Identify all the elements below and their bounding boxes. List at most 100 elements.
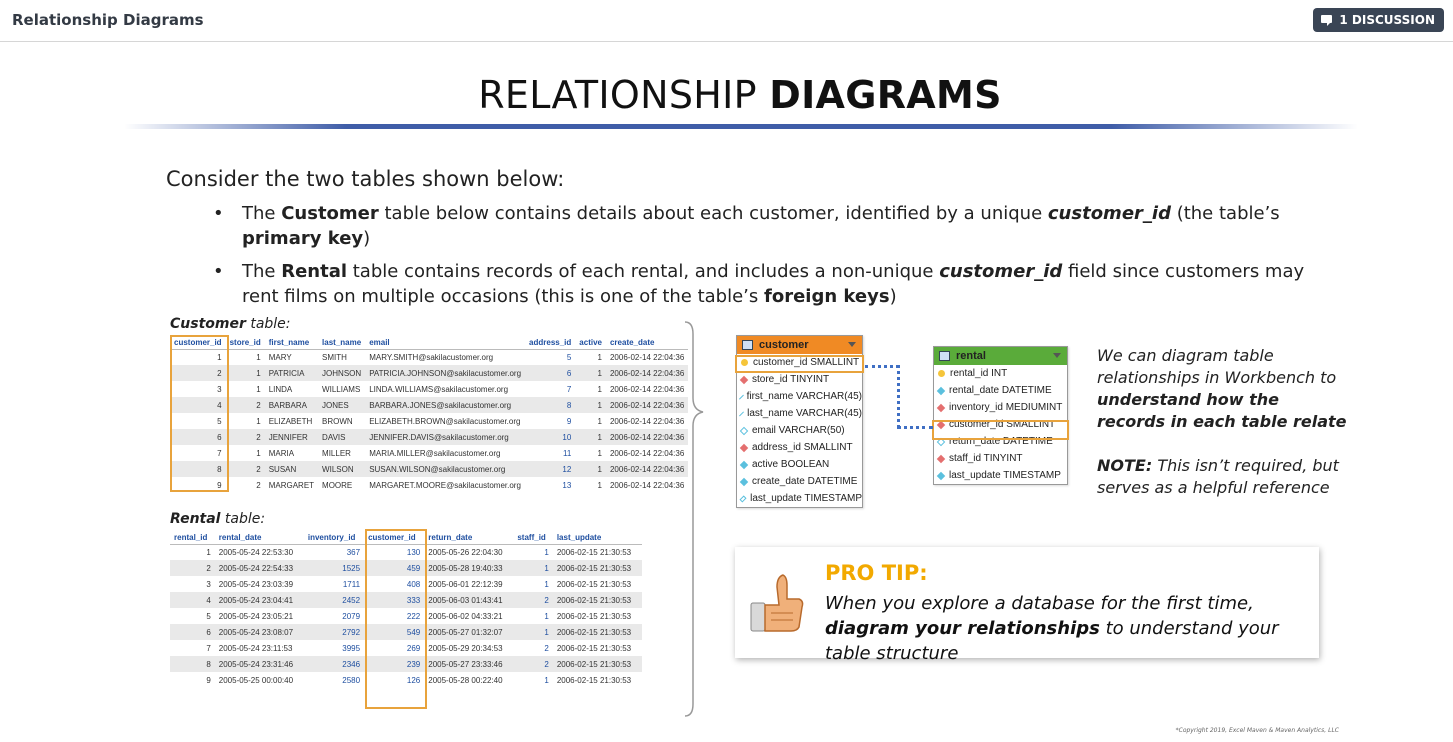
rental-entity-header[interactable]: rental <box>934 347 1067 365</box>
table-cell: 1 <box>597 448 602 458</box>
table-cell: PATRICIA.JOHNSON@sakilacustomer.org <box>365 365 526 381</box>
rental-entity-column[interactable]: rental_id INT <box>934 365 1067 382</box>
rental-entity[interactable]: rental rental_id INT rental_date DATETIME… <box>933 346 1068 485</box>
table-cell: 1 <box>256 416 261 426</box>
table-row[interactable]: 4 2 BARBARA JONES BARBARA.JONES@sakilacustom… <box>170 397 689 413</box>
table-cell: 2 <box>513 592 553 608</box>
rental-entity-column[interactable]: last_update TIMESTAMP <box>934 467 1067 484</box>
rental-entity-column-label: rental_id INT <box>950 368 1008 379</box>
rental-header-last-update[interactable]: last_update <box>552 531 642 545</box>
customer-entity-column-label: address_id SMALLINT <box>752 442 853 453</box>
table-row[interactable]: 5 1 ELIZABETH BROWN ELIZABETH.BROWN@sakilacu… <box>170 413 688 429</box>
table-cell: 2 <box>225 461 265 477</box>
table-cell: 2006-02-15 21:30:53 <box>552 592 642 608</box>
table-cell: 12 <box>525 461 576 477</box>
column-icon <box>739 460 749 469</box>
table-cell: 1 <box>575 461 606 477</box>
bullet-customer: The Customer table below contains detail… <box>213 201 1323 251</box>
table-cell: ELIZABETH.BROWN@sakilacustomer.org <box>369 416 521 426</box>
slide-title: RELATIONSHIP DIAGRAMS <box>0 73 1453 117</box>
table-cell: 2006-02-14 22:04:36 <box>609 448 685 458</box>
column-icon <box>936 471 946 480</box>
column-icon <box>739 494 747 503</box>
customer-entity-header[interactable]: customer <box>737 336 862 354</box>
rental-entity-column[interactable]: rental_date DATETIME <box>934 382 1067 399</box>
rental-entity-column[interactable]: staff_id TINYINT <box>934 450 1067 467</box>
rental-header-rental-date[interactable]: rental_date <box>214 531 304 545</box>
rental-entity-column[interactable]: inventory_id MEDIUMINT <box>934 399 1067 416</box>
customer-entity-column[interactable]: last_update TIMESTAMP <box>737 490 862 507</box>
table-cell: 9 <box>566 416 572 426</box>
customer-header-store-id[interactable]: store_id <box>225 336 265 350</box>
customer-entity-column[interactable]: address_id SMALLINT <box>737 439 862 456</box>
table-cell: 2006-02-14 22:04:36 <box>609 480 685 490</box>
table-cell: 2005-05-24 22:53:30 <box>218 547 294 557</box>
table-cell: BARBARA <box>264 397 319 413</box>
customer-header-active[interactable]: active <box>575 336 606 350</box>
customer-header-email[interactable]: email <box>365 336 526 350</box>
table-cell: 8 <box>170 656 215 672</box>
table-cell: MILLER <box>322 448 351 458</box>
customer-entity-column[interactable]: email VARCHAR(50) <box>737 422 862 439</box>
table-row[interactable]: 8 2 SUSAN WILSON SUSAN.WILSON@sakilacustomer… <box>170 461 689 477</box>
customer-entity-column[interactable]: create_date DATETIME <box>737 473 862 490</box>
customer-header-first-name[interactable]: first_name <box>264 336 319 350</box>
rental-header-staff-id[interactable]: staff_id <box>513 531 553 545</box>
table-cell: 2006-02-15 21:30:53 <box>556 643 632 653</box>
table-cell: 2079 <box>342 611 361 621</box>
rental-header-rental-id[interactable]: rental_id <box>170 531 215 545</box>
table-cell: 2006-02-15 21:30:53 <box>556 579 632 589</box>
rental-header-inventory-id[interactable]: inventory_id <box>303 531 365 545</box>
customer-entity-column-label: first_name VARCHAR(45) <box>746 391 862 402</box>
relationship-connector <box>897 365 900 428</box>
table-cell: 8 <box>525 397 576 413</box>
table-cell: 1 <box>256 448 261 458</box>
customer-entity-column[interactable]: last_name VARCHAR(45) <box>737 405 862 422</box>
table-cell: 2005-05-25 00:00:40 <box>218 675 294 685</box>
table-cell: 2005-05-27 01:32:07 <box>424 624 514 640</box>
bullet-rental: The Rental table contains records of eac… <box>213 259 1323 309</box>
table-cell: 2005-05-24 23:04:41 <box>214 592 304 608</box>
customer-header-address-id[interactable]: address_id <box>525 336 576 350</box>
table-icon <box>939 351 950 361</box>
discussion-button[interactable]: 1 DISCUSSION <box>1313 8 1444 32</box>
chevron-down-icon[interactable] <box>1053 353 1061 358</box>
table-cell: 2580 <box>342 675 361 685</box>
customer-entity-column[interactable]: store_id TINYINT <box>737 371 862 388</box>
table-cell: 2346 <box>303 656 365 672</box>
table-cell: 13 <box>562 480 572 490</box>
table-cell: 2005-05-24 23:08:07 <box>214 624 304 640</box>
customer-entity-column[interactable]: active BOOLEAN <box>737 456 862 473</box>
customer-entity-column[interactable]: first_name VARCHAR(45) <box>737 388 862 405</box>
table-row[interactable]: 6 2 JENNIFER DAVIS JENNIFER.DAVIS@sakilacust… <box>170 429 689 445</box>
table-cell: 2 <box>544 643 549 653</box>
table-cell: LINDA <box>268 384 293 394</box>
table-row[interactable]: 9 2 MARGARET MOORE MARGARET.MOORE@sakilacust… <box>170 477 688 493</box>
table-cell: MARIA.MILLER@sakilacustomer.org <box>369 448 501 458</box>
table-cell: 1 <box>544 579 549 589</box>
table-cell: 2005-05-24 22:54:33 <box>214 560 304 576</box>
side-note-note: NOTE: This isn’t required, but serves as… <box>1097 456 1339 497</box>
table-cell: 2006-02-15 21:30:53 <box>552 624 642 640</box>
table-cell: SUSAN <box>264 461 319 477</box>
table-cell: 2006-02-14 22:04:36 <box>609 384 685 394</box>
table-cell: 2006-02-14 22:04:36 <box>605 429 689 445</box>
table-cell: 2006-02-15 21:30:53 <box>556 675 632 685</box>
foreign-key-icon <box>936 403 946 412</box>
table-row[interactable]: 3 1 LINDA WILLIAMS LINDA.WILLIAMS@sakilacust… <box>170 381 688 397</box>
table-cell: 1 <box>597 480 602 490</box>
customer-header-create-date[interactable]: create_date <box>605 336 689 350</box>
rental-customer-id-highlight <box>365 529 427 709</box>
rental-header-return-date[interactable]: return_date <box>424 531 514 545</box>
table-row[interactable]: 1 1 MARY SMITH MARY.SMITH@sakilacustomer.org… <box>170 349 688 365</box>
table-cell: MARY <box>268 352 292 362</box>
discussion-label: 1 DISCUSSION <box>1339 13 1435 27</box>
customer-header-last-name[interactable]: last_name <box>318 336 366 350</box>
customer-entity-column-label: create_date DATETIME <box>752 476 858 487</box>
chevron-down-icon[interactable] <box>848 342 856 347</box>
table-row[interactable]: 7 1 MARIA MILLER MARIA.MILLER@sakilacustomer… <box>170 445 688 461</box>
customer-entity-column-label: active BOOLEAN <box>752 459 830 470</box>
table-cell: 2005-06-01 22:12:39 <box>428 579 503 589</box>
table-row[interactable]: 2 1 PATRICIA JOHNSON PATRICIA.JOHNSON@sakila… <box>170 365 689 381</box>
table-cell: 1 <box>513 624 553 640</box>
